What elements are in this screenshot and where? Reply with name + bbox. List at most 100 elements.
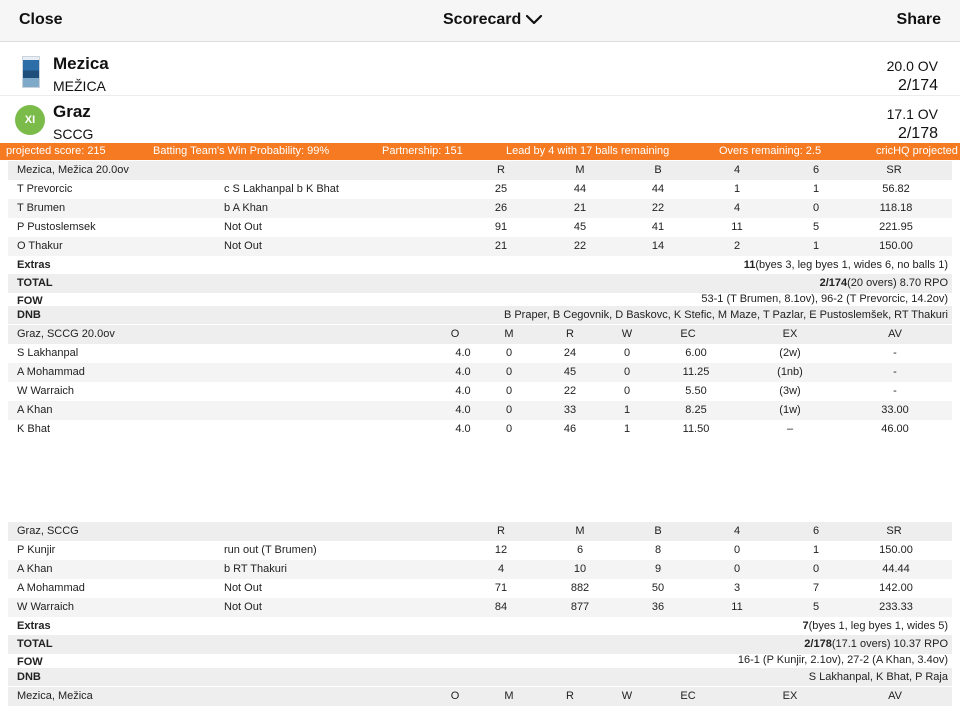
- runs: 71: [494, 582, 508, 594]
- balls: 44: [651, 183, 665, 195]
- table-row[interactable]: O Thakur Not Out 21 22 14 2 1 150.00: [8, 237, 952, 256]
- fow-label: FOW: [17, 656, 43, 668]
- col-header: 6: [812, 525, 820, 537]
- bowler-name: A Khan: [17, 404, 53, 416]
- minutes: 22: [573, 240, 587, 252]
- minutes: 45: [573, 221, 587, 233]
- extras: (1nb): [777, 366, 803, 378]
- col-header: SR: [886, 525, 902, 537]
- table-row[interactable]: T Prevorcic c S Lakhanpal b K Bhat 25 44…: [8, 180, 952, 199]
- batter-name: T Prevorcic: [17, 183, 73, 195]
- sixes: 0: [812, 563, 820, 575]
- dismissal: b A Khan: [224, 202, 269, 214]
- col-header: EC: [680, 328, 696, 340]
- col-header: W: [621, 690, 633, 702]
- team-short-name: SCCG: [53, 126, 94, 142]
- dnb-value: B Praper, B Cegovnik, D Baskovc, K Stefi…: [503, 309, 948, 321]
- minutes: 10: [573, 563, 587, 575]
- table-row[interactable]: W Warraich 4.0 0 22 0 5.50 (3w) -: [8, 382, 952, 401]
- table-row[interactable]: S Lakhanpal 4.0 0 24 0 6.00 (2w) -: [8, 344, 952, 363]
- table-row[interactable]: A Khan b RT Thakuri 4 10 9 0 0 44.44: [8, 560, 952, 579]
- runs: 24: [563, 347, 577, 359]
- dismissal: run out (T Brumen): [224, 544, 317, 556]
- economy: 8.25: [685, 404, 707, 416]
- strike-rate: 142.00: [879, 582, 913, 594]
- innings-title: Mezica, Mežica 20.0ov: [17, 164, 129, 176]
- innings-header: Graz, SCCG R M B 4 6 SR: [8, 522, 952, 541]
- dismissal: Not Out: [224, 240, 262, 252]
- ticker-item: Lead by 4 with 17 balls remaining: [506, 145, 670, 157]
- extras-label: Extras: [17, 620, 51, 632]
- dnb-value: S Lakhanpal, K Bhat, P Raja: [808, 671, 948, 683]
- close-button[interactable]: Close: [19, 11, 63, 29]
- table-row[interactable]: P Pustoslemsek Not Out 91 45 41 11 5 221…: [8, 218, 952, 237]
- team-score: 2/174: [897, 77, 938, 94]
- table-row[interactable]: A Khan 4.0 0 33 1 8.25 (1w) 33.00: [8, 401, 952, 420]
- balls: 8: [654, 544, 662, 556]
- fours: 11: [731, 221, 743, 233]
- bowler-name: W Warraich: [17, 385, 75, 397]
- table-row[interactable]: W Warraich Not Out 84 877 36 11 5 233.33: [8, 598, 952, 617]
- share-button[interactable]: Share: [897, 11, 941, 29]
- sixes: 1: [812, 544, 820, 556]
- stats-ticker: projected score: 215 Batting Team's Win …: [0, 143, 960, 160]
- team-score: 2/178: [897, 125, 938, 142]
- col-header: B: [654, 525, 662, 537]
- dismissal: c S Lakhanpal b K Bhat: [224, 183, 339, 195]
- average: 33.00: [881, 404, 909, 416]
- batter-name: P Pustoslemsek: [17, 221, 96, 233]
- batter-name: O Thakur: [17, 240, 63, 252]
- table-row[interactable]: A Mohammad Not Out 71 882 50 3 7 142.00: [8, 579, 952, 598]
- col-header: 6: [812, 164, 820, 176]
- col-header: M: [575, 164, 585, 176]
- runs: 21: [494, 240, 508, 252]
- top-bar: Close Scorecard Share: [0, 0, 960, 42]
- extras: (2w): [779, 347, 801, 359]
- col-header: SR: [886, 164, 902, 176]
- extras-value: 7(byes 1, leg byes 1, wides 5): [802, 620, 948, 632]
- ticker-item: Partnership: 151: [382, 145, 463, 157]
- strike-rate: 233.33: [879, 601, 913, 613]
- bowler-name: S Lakhanpal: [17, 347, 79, 359]
- col-header: EX: [782, 690, 798, 702]
- wickets: 1: [623, 404, 631, 416]
- table-row[interactable]: T Brumen b A Khan 26 21 22 4 0 118.18: [8, 199, 952, 218]
- ticker-item: Batting Team's Win Probability: 99%: [153, 145, 330, 157]
- scorecard-title[interactable]: Scorecard: [443, 11, 521, 29]
- col-header: EC: [680, 690, 696, 702]
- average: -: [893, 347, 897, 359]
- col-header: M: [575, 525, 585, 537]
- col-header: O: [450, 690, 460, 702]
- overs: 4.0: [455, 347, 471, 359]
- col-header: M: [504, 690, 514, 702]
- innings-header: Mezica, Mežica 20.0ov R M B 4 6 SR: [8, 161, 952, 180]
- table-row[interactable]: P Kunjir run out (T Brumen) 12 6 8 0 1 1…: [8, 541, 952, 560]
- batter-name: A Mohammad: [17, 582, 85, 594]
- economy: 11.25: [682, 366, 710, 378]
- total-row: TOTAL 2/174(20 overs) 8.70 RPO: [8, 274, 952, 293]
- extras: (1w): [779, 404, 801, 416]
- runs: 26: [494, 202, 508, 214]
- table-row[interactable]: A Mohammad 4.0 0 45 0 11.25 (1nb) -: [8, 363, 952, 382]
- runs: 33: [563, 404, 577, 416]
- runs: 84: [494, 601, 508, 613]
- minutes: 21: [573, 202, 587, 214]
- balls: 14: [651, 240, 665, 252]
- mezica-logo: [22, 56, 40, 88]
- fours: 3: [733, 582, 741, 594]
- table-row[interactable]: K Bhat 4.0 0 46 1 11.50 – 46.00: [8, 420, 952, 439]
- fours: 0: [733, 544, 741, 556]
- extras-value: 11(byes 3, leg byes 1, wides 6, no balls…: [743, 259, 948, 271]
- col-header: EX: [782, 328, 798, 340]
- col-header: AV: [888, 690, 902, 702]
- fow-value: 16-1 (P Kunjir, 2.1ov), 27-2 (A Khan, 3.…: [737, 654, 948, 666]
- runs: 22: [563, 385, 577, 397]
- wickets: 0: [623, 347, 631, 359]
- col-header: 4: [733, 164, 741, 176]
- maidens: 0: [505, 385, 513, 397]
- overs: 4.0: [455, 423, 471, 435]
- extras-row: Extras 7(byes 1, leg byes 1, wides 5): [8, 617, 952, 636]
- chevron-down-icon[interactable]: [525, 11, 543, 27]
- minutes: 44: [573, 183, 587, 195]
- batter-name: A Khan: [17, 563, 53, 575]
